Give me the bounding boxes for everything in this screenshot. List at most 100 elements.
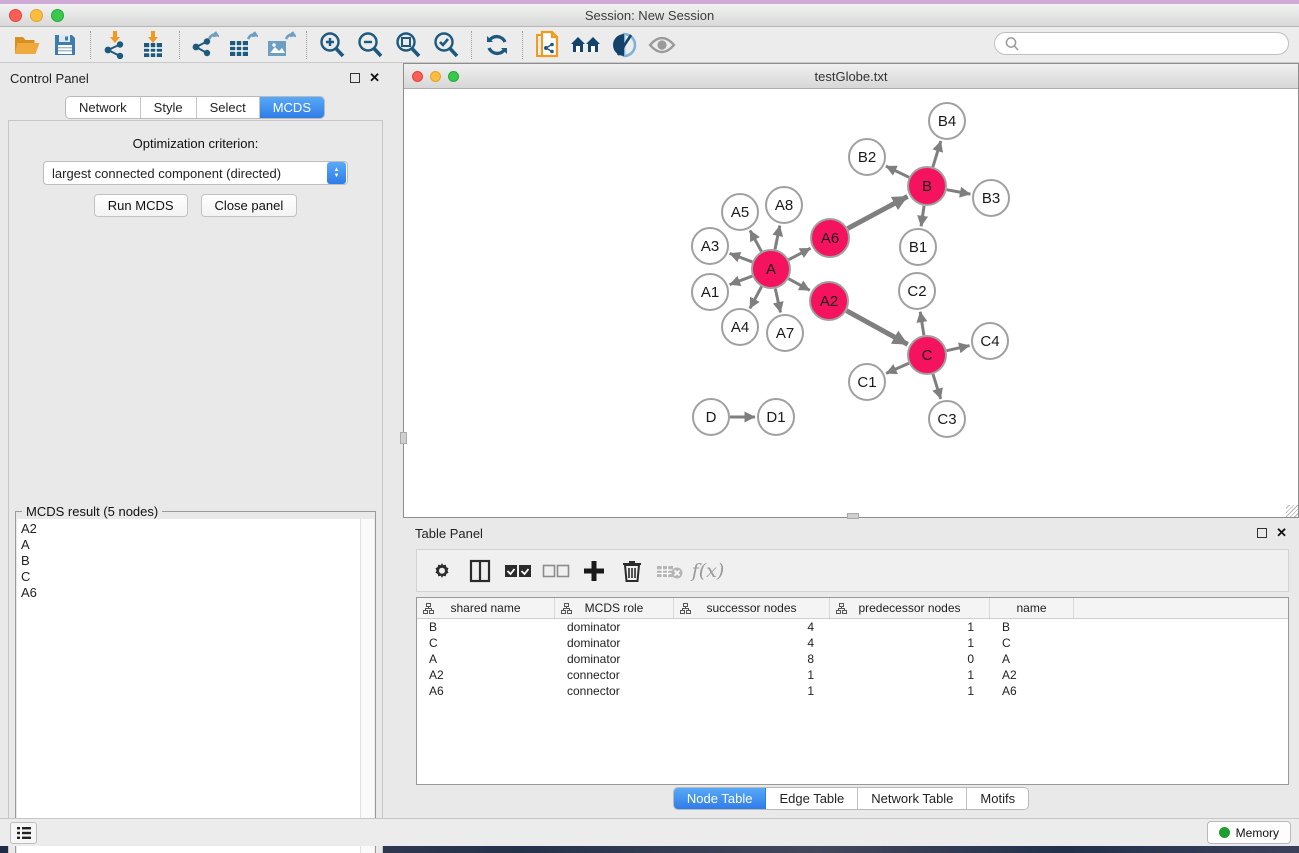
cell-name[interactable]: C [990,636,1074,650]
cell-successor-nodes[interactable]: 1 [674,668,830,682]
search-input[interactable] [1025,37,1288,51]
column-header-successor-nodes[interactable]: successor nodes [674,598,830,618]
save-session-icon[interactable] [46,29,84,61]
edge-A-A2[interactable] [789,279,810,291]
gear-icon[interactable] [425,554,459,588]
zoom-out-icon[interactable] [351,29,389,61]
export-table-icon[interactable] [224,29,262,61]
cell-MCDS-role[interactable]: dominator [555,620,674,634]
tab-network-table[interactable]: Network Table [858,788,967,809]
edge-B-B2[interactable] [886,166,909,177]
edge-C-C2[interactable] [920,312,924,335]
edge-A2-C[interactable] [847,311,908,345]
run-mcds-button[interactable]: Run MCDS [94,194,188,217]
result-item[interactable]: A2 [21,521,356,537]
result-item[interactable]: A [21,537,356,553]
zoom-fit-icon[interactable] [389,29,427,61]
cell-predecessor-nodes[interactable]: 0 [830,652,990,666]
memory-button[interactable]: Memory [1207,821,1291,844]
column-header-predecessor-nodes[interactable]: predecessor nodes [830,598,990,618]
refresh-layout-icon[interactable] [478,29,516,61]
cell-name[interactable]: A2 [990,668,1074,682]
cell-MCDS-role[interactable]: connector [555,668,674,682]
network-document-icon[interactable] [529,29,567,61]
window-resize-grip[interactable] [1286,505,1298,517]
result-scrollbar[interactable] [360,519,374,853]
edge-C-C4[interactable] [947,346,970,351]
table-row[interactable]: A2connector11A2 [417,667,1288,683]
deselect-all-icon[interactable] [539,554,573,588]
close-panel-button[interactable]: Close panel [201,194,298,217]
node-table[interactable]: shared nameMCDS rolesuccessor nodesprede… [416,597,1289,785]
result-item[interactable]: A6 [21,585,356,601]
tab-select[interactable]: Select [197,97,260,118]
search-field[interactable] [994,32,1289,55]
network-canvas[interactable]: B4B2BB3A8A5A6A3B1AC2A1A2A4A7C4CC1C3DD1 [404,90,1298,517]
export-network-icon[interactable] [186,29,224,61]
float-table-panel-icon[interactable] [1257,528,1267,538]
cell-predecessor-nodes[interactable]: 1 [830,636,990,650]
criterion-dropdown[interactable]: largest connected component (directed) ▲… [43,161,348,185]
cell-MCDS-role[interactable]: dominator [555,636,674,650]
result-item[interactable]: B [21,553,356,569]
tab-style[interactable]: Style [141,97,197,118]
select-all-icon[interactable] [501,554,535,588]
tab-node-table[interactable]: Node Table [674,788,767,809]
import-network-icon[interactable] [97,29,135,61]
cell-predecessor-nodes[interactable]: 1 [830,668,990,682]
task-history-button[interactable] [10,822,37,844]
column-header-name[interactable]: name [990,598,1074,618]
edge-A-A1[interactable] [730,276,753,285]
cell-shared-name[interactable]: A2 [417,668,555,682]
table-row[interactable]: Adominator80A [417,651,1288,667]
edge-A-A5[interactable] [750,230,761,251]
cell-successor-nodes[interactable]: 1 [674,684,830,698]
cell-shared-name[interactable]: A [417,652,555,666]
result-item[interactable]: C [21,569,356,585]
tab-mcds[interactable]: MCDS [260,97,324,118]
edge-A-A6[interactable] [789,248,811,259]
edge-A6-B[interactable] [848,196,908,228]
cell-name[interactable]: B [990,620,1074,634]
zoom-in-icon[interactable] [313,29,351,61]
import-table-icon[interactable] [135,29,173,61]
edge-A-A3[interactable] [730,253,753,262]
eye-icon[interactable] [643,29,681,61]
float-panel-icon[interactable] [350,73,360,83]
cell-shared-name[interactable]: C [417,636,555,650]
cell-shared-name[interactable]: A6 [417,684,555,698]
canvas-vscroll-thumb[interactable] [400,432,407,444]
edge-A-A7[interactable] [775,289,780,313]
tab-edge-table[interactable]: Edge Table [766,788,858,809]
mcds-result-list[interactable]: A2ABCA6 [17,519,374,853]
add-icon[interactable] [577,554,611,588]
edge-B-B3[interactable] [947,190,971,194]
cell-name[interactable]: A6 [990,684,1074,698]
home-panels-icon[interactable] [567,29,605,61]
zoom-selected-icon[interactable] [427,29,465,61]
cell-successor-nodes[interactable]: 4 [674,620,830,634]
open-session-icon[interactable] [8,29,46,61]
column-icon[interactable] [463,554,497,588]
cell-predecessor-nodes[interactable]: 1 [830,684,990,698]
table-row[interactable]: A6connector11A6 [417,683,1288,699]
cell-successor-nodes[interactable]: 4 [674,636,830,650]
table-row[interactable]: Bdominator41B [417,619,1288,635]
cell-MCDS-role[interactable]: connector [555,684,674,698]
cell-successor-nodes[interactable]: 8 [674,652,830,666]
delete-icon[interactable] [615,554,649,588]
edge-B-B4[interactable] [933,141,941,167]
edge-C-C3[interactable] [933,374,941,399]
toggle-graphics-icon[interactable] [605,29,643,61]
edge-B-B1[interactable] [921,206,924,226]
export-image-icon[interactable] [262,29,300,61]
tab-motifs[interactable]: Motifs [967,788,1028,809]
canvas-hscroll-thumb[interactable] [847,513,859,519]
edge-A-A8[interactable] [775,226,780,250]
table-row[interactable]: Cdominator41C [417,635,1288,651]
column-header-MCDS-role[interactable]: MCDS role [555,598,674,618]
cell-shared-name[interactable]: B [417,620,555,634]
close-table-panel-icon[interactable]: ✕ [1276,528,1287,538]
cell-MCDS-role[interactable]: dominator [555,652,674,666]
edge-A-A4[interactable] [750,287,762,309]
